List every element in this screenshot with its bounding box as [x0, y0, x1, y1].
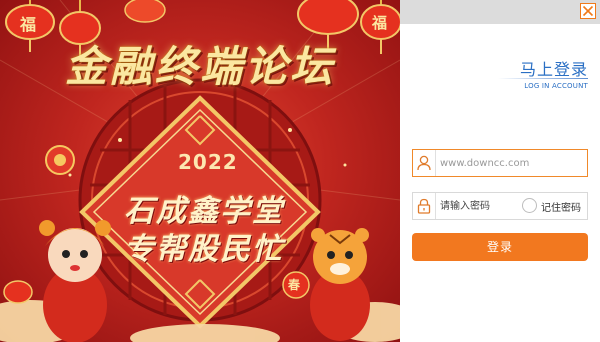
login-panel: 马上登录 LOG IN ACCOUNT www.downcc.com 记住密码 …	[400, 0, 600, 342]
fu-lantern-text-right: 福	[372, 14, 388, 32]
username-input[interactable]	[440, 153, 580, 173]
remember-password-label: 记住密码	[541, 203, 581, 214]
login-button[interactable]: 登录	[412, 233, 588, 261]
banner-title: 金融终端论坛	[64, 42, 335, 91]
login-subheading: LOG IN ACCOUNT	[524, 82, 588, 90]
promo-banner: 福 福 春 金融终端论坛 2022 石成鑫学堂 专帮股民忙	[0, 0, 400, 342]
login-window: 福 福 春 金融终端论坛 2022 石成鑫学堂 专帮股民忙 马上登录 LOG I…	[0, 0, 600, 342]
close-button[interactable]	[580, 3, 596, 19]
close-icon	[582, 5, 594, 17]
username-field	[412, 149, 588, 177]
banner-year: 2022	[178, 150, 238, 174]
heading-divider	[498, 78, 588, 79]
user-icon	[417, 155, 431, 171]
banner-slogan-line2: 专帮股民忙	[124, 232, 284, 267]
spring-lantern-text: 春	[288, 278, 301, 292]
lock-icon	[417, 198, 431, 214]
title-bar	[400, 0, 600, 24]
password-field: 记住密码	[412, 192, 588, 220]
password-input[interactable]	[440, 196, 524, 216]
login-heading: 马上登录	[519, 60, 588, 79]
radio-icon[interactable]	[522, 198, 537, 213]
lock-icon-box	[413, 193, 436, 219]
user-icon-box	[413, 150, 436, 176]
fu-lantern-text: 福	[20, 15, 37, 34]
